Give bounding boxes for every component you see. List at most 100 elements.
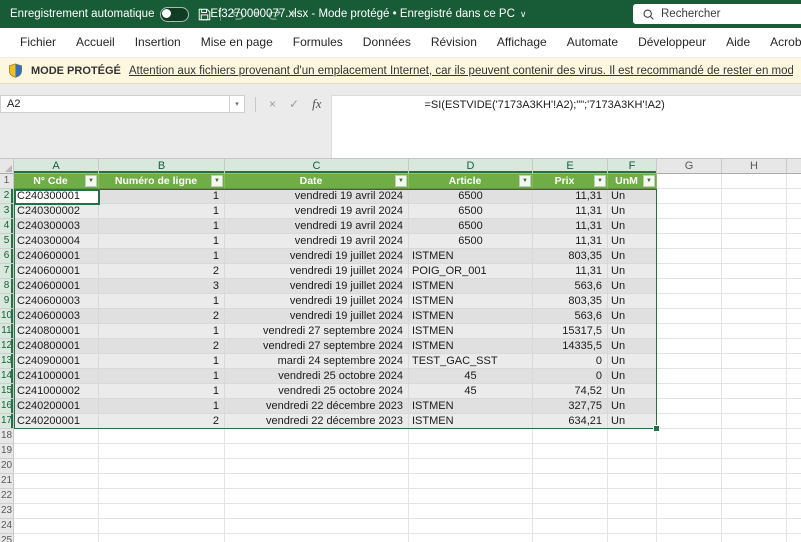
cell-G15[interactable]: [657, 384, 722, 399]
row-header-7[interactable]: 7: [0, 264, 14, 279]
cell-D23[interactable]: [409, 504, 533, 519]
cell-A16[interactable]: C240200001: [14, 399, 99, 414]
cell-H16[interactable]: [722, 399, 787, 414]
cell-C5[interactable]: vendredi 19 avril 2024: [225, 234, 409, 249]
cell-A4[interactable]: C240300003: [14, 219, 99, 234]
cell-D10[interactable]: ISTMEN: [409, 309, 533, 324]
cell-H4[interactable]: [722, 219, 787, 234]
table-header-F[interactable]: UnM▼: [608, 174, 657, 189]
cell-I7[interactable]: [787, 264, 801, 279]
cell-A5[interactable]: C240300004: [14, 234, 99, 249]
cell-C9[interactable]: vendredi 19 juillet 2024: [225, 294, 409, 309]
formula-input[interactable]: =SI(ESTVIDE('7173A3KH'!A2);"";'7173A3KH'…: [331, 95, 801, 158]
cell-F18[interactable]: [608, 429, 657, 444]
cell-D18[interactable]: [409, 429, 533, 444]
cell-B13[interactable]: 1: [99, 354, 225, 369]
ribbon-tab-automate[interactable]: Automate: [557, 28, 628, 57]
cell-B18[interactable]: [99, 429, 225, 444]
cell-E11[interactable]: 15317,5: [533, 324, 608, 339]
cell-G13[interactable]: [657, 354, 722, 369]
cell-F2[interactable]: Un: [608, 189, 657, 204]
row-header-1[interactable]: 1: [0, 174, 14, 189]
cell-F6[interactable]: Un: [608, 249, 657, 264]
ribbon-tab-aide[interactable]: Aide: [716, 28, 760, 57]
cell-D24[interactable]: [409, 519, 533, 534]
cell-G25[interactable]: [657, 534, 722, 542]
cell-C17[interactable]: vendredi 22 décembre 2023: [225, 414, 409, 429]
cell-A3[interactable]: C240300002: [14, 204, 99, 219]
cell-I18[interactable]: [787, 429, 801, 444]
cell-H21[interactable]: [722, 474, 787, 489]
cell-G23[interactable]: [657, 504, 722, 519]
cell-H20[interactable]: [722, 459, 787, 474]
cell-I17[interactable]: [787, 414, 801, 429]
cell-I5[interactable]: [787, 234, 801, 249]
cell-C13[interactable]: mardi 24 septembre 2024: [225, 354, 409, 369]
cell-E6[interactable]: 803,35: [533, 249, 608, 264]
cell-H5[interactable]: [722, 234, 787, 249]
cell-G18[interactable]: [657, 429, 722, 444]
cell-A19[interactable]: [14, 444, 99, 459]
row-header-15[interactable]: 15: [0, 384, 14, 399]
cell-C21[interactable]: [225, 474, 409, 489]
row-header-8[interactable]: 8: [0, 279, 14, 294]
cell-G10[interactable]: [657, 309, 722, 324]
cell-A12[interactable]: C240800001: [14, 339, 99, 354]
cell-A20[interactable]: [14, 459, 99, 474]
cell-H9[interactable]: [722, 294, 787, 309]
cell-G2[interactable]: [657, 189, 722, 204]
cell-G17[interactable]: [657, 414, 722, 429]
row-header-2[interactable]: 2: [0, 189, 14, 204]
cell-F8[interactable]: Un: [608, 279, 657, 294]
cell-C18[interactable]: [225, 429, 409, 444]
cell-E22[interactable]: [533, 489, 608, 504]
cell-B5[interactable]: 1: [99, 234, 225, 249]
cell-H24[interactable]: [722, 519, 787, 534]
column-header-G[interactable]: G: [657, 159, 722, 174]
cell-E17[interactable]: 634,21: [533, 414, 608, 429]
cell-C23[interactable]: [225, 504, 409, 519]
cell-F12[interactable]: Un: [608, 339, 657, 354]
cell-E13[interactable]: 0: [533, 354, 608, 369]
filter-button-B[interactable]: ▼: [211, 175, 223, 187]
cell-C10[interactable]: vendredi 19 juillet 2024: [225, 309, 409, 324]
cell-H13[interactable]: [722, 354, 787, 369]
cell-E12[interactable]: 14335,5: [533, 339, 608, 354]
cell-D7[interactable]: POIG_OR_001: [409, 264, 533, 279]
cell-D17[interactable]: ISTMEN: [409, 414, 533, 429]
cell-A23[interactable]: [14, 504, 99, 519]
cell-I4[interactable]: [787, 219, 801, 234]
cell-C11[interactable]: vendredi 27 septembre 2024: [225, 324, 409, 339]
insert-function-icon[interactable]: fx: [312, 95, 321, 113]
cell-B21[interactable]: [99, 474, 225, 489]
cell-I12[interactable]: [787, 339, 801, 354]
cell-F23[interactable]: [608, 504, 657, 519]
cell-C2[interactable]: vendredi 19 avril 2024: [225, 189, 409, 204]
cell-A21[interactable]: [14, 474, 99, 489]
cell-A25[interactable]: [14, 534, 99, 542]
cell-A22[interactable]: [14, 489, 99, 504]
fill-handle[interactable]: [653, 425, 660, 432]
column-header-E[interactable]: E: [533, 159, 608, 174]
cell-D5[interactable]: 6500: [409, 234, 533, 249]
cell-G3[interactable]: [657, 204, 722, 219]
cell-B7[interactable]: 2: [99, 264, 225, 279]
ribbon-tab-mise-en-page[interactable]: Mise en page: [191, 28, 283, 57]
cell-B6[interactable]: 1: [99, 249, 225, 264]
cancel-icon[interactable]: ×: [269, 95, 276, 113]
cell-E23[interactable]: [533, 504, 608, 519]
filter-button-D[interactable]: ▼: [519, 175, 531, 187]
cell-I9[interactable]: [787, 294, 801, 309]
row-header-4[interactable]: 4: [0, 219, 14, 234]
cell-G7[interactable]: [657, 264, 722, 279]
cell-D14[interactable]: 45: [409, 369, 533, 384]
cell-I15[interactable]: [787, 384, 801, 399]
cell-D9[interactable]: ISTMEN: [409, 294, 533, 309]
cell-F20[interactable]: [608, 459, 657, 474]
cell-H1[interactable]: [722, 174, 787, 189]
cell-A17[interactable]: C240200001: [14, 414, 99, 429]
row-header-24[interactable]: 24: [0, 519, 14, 534]
enter-icon[interactable]: ✓: [289, 95, 299, 113]
cell-B4[interactable]: 1: [99, 219, 225, 234]
cell-A11[interactable]: C240800001: [14, 324, 99, 339]
